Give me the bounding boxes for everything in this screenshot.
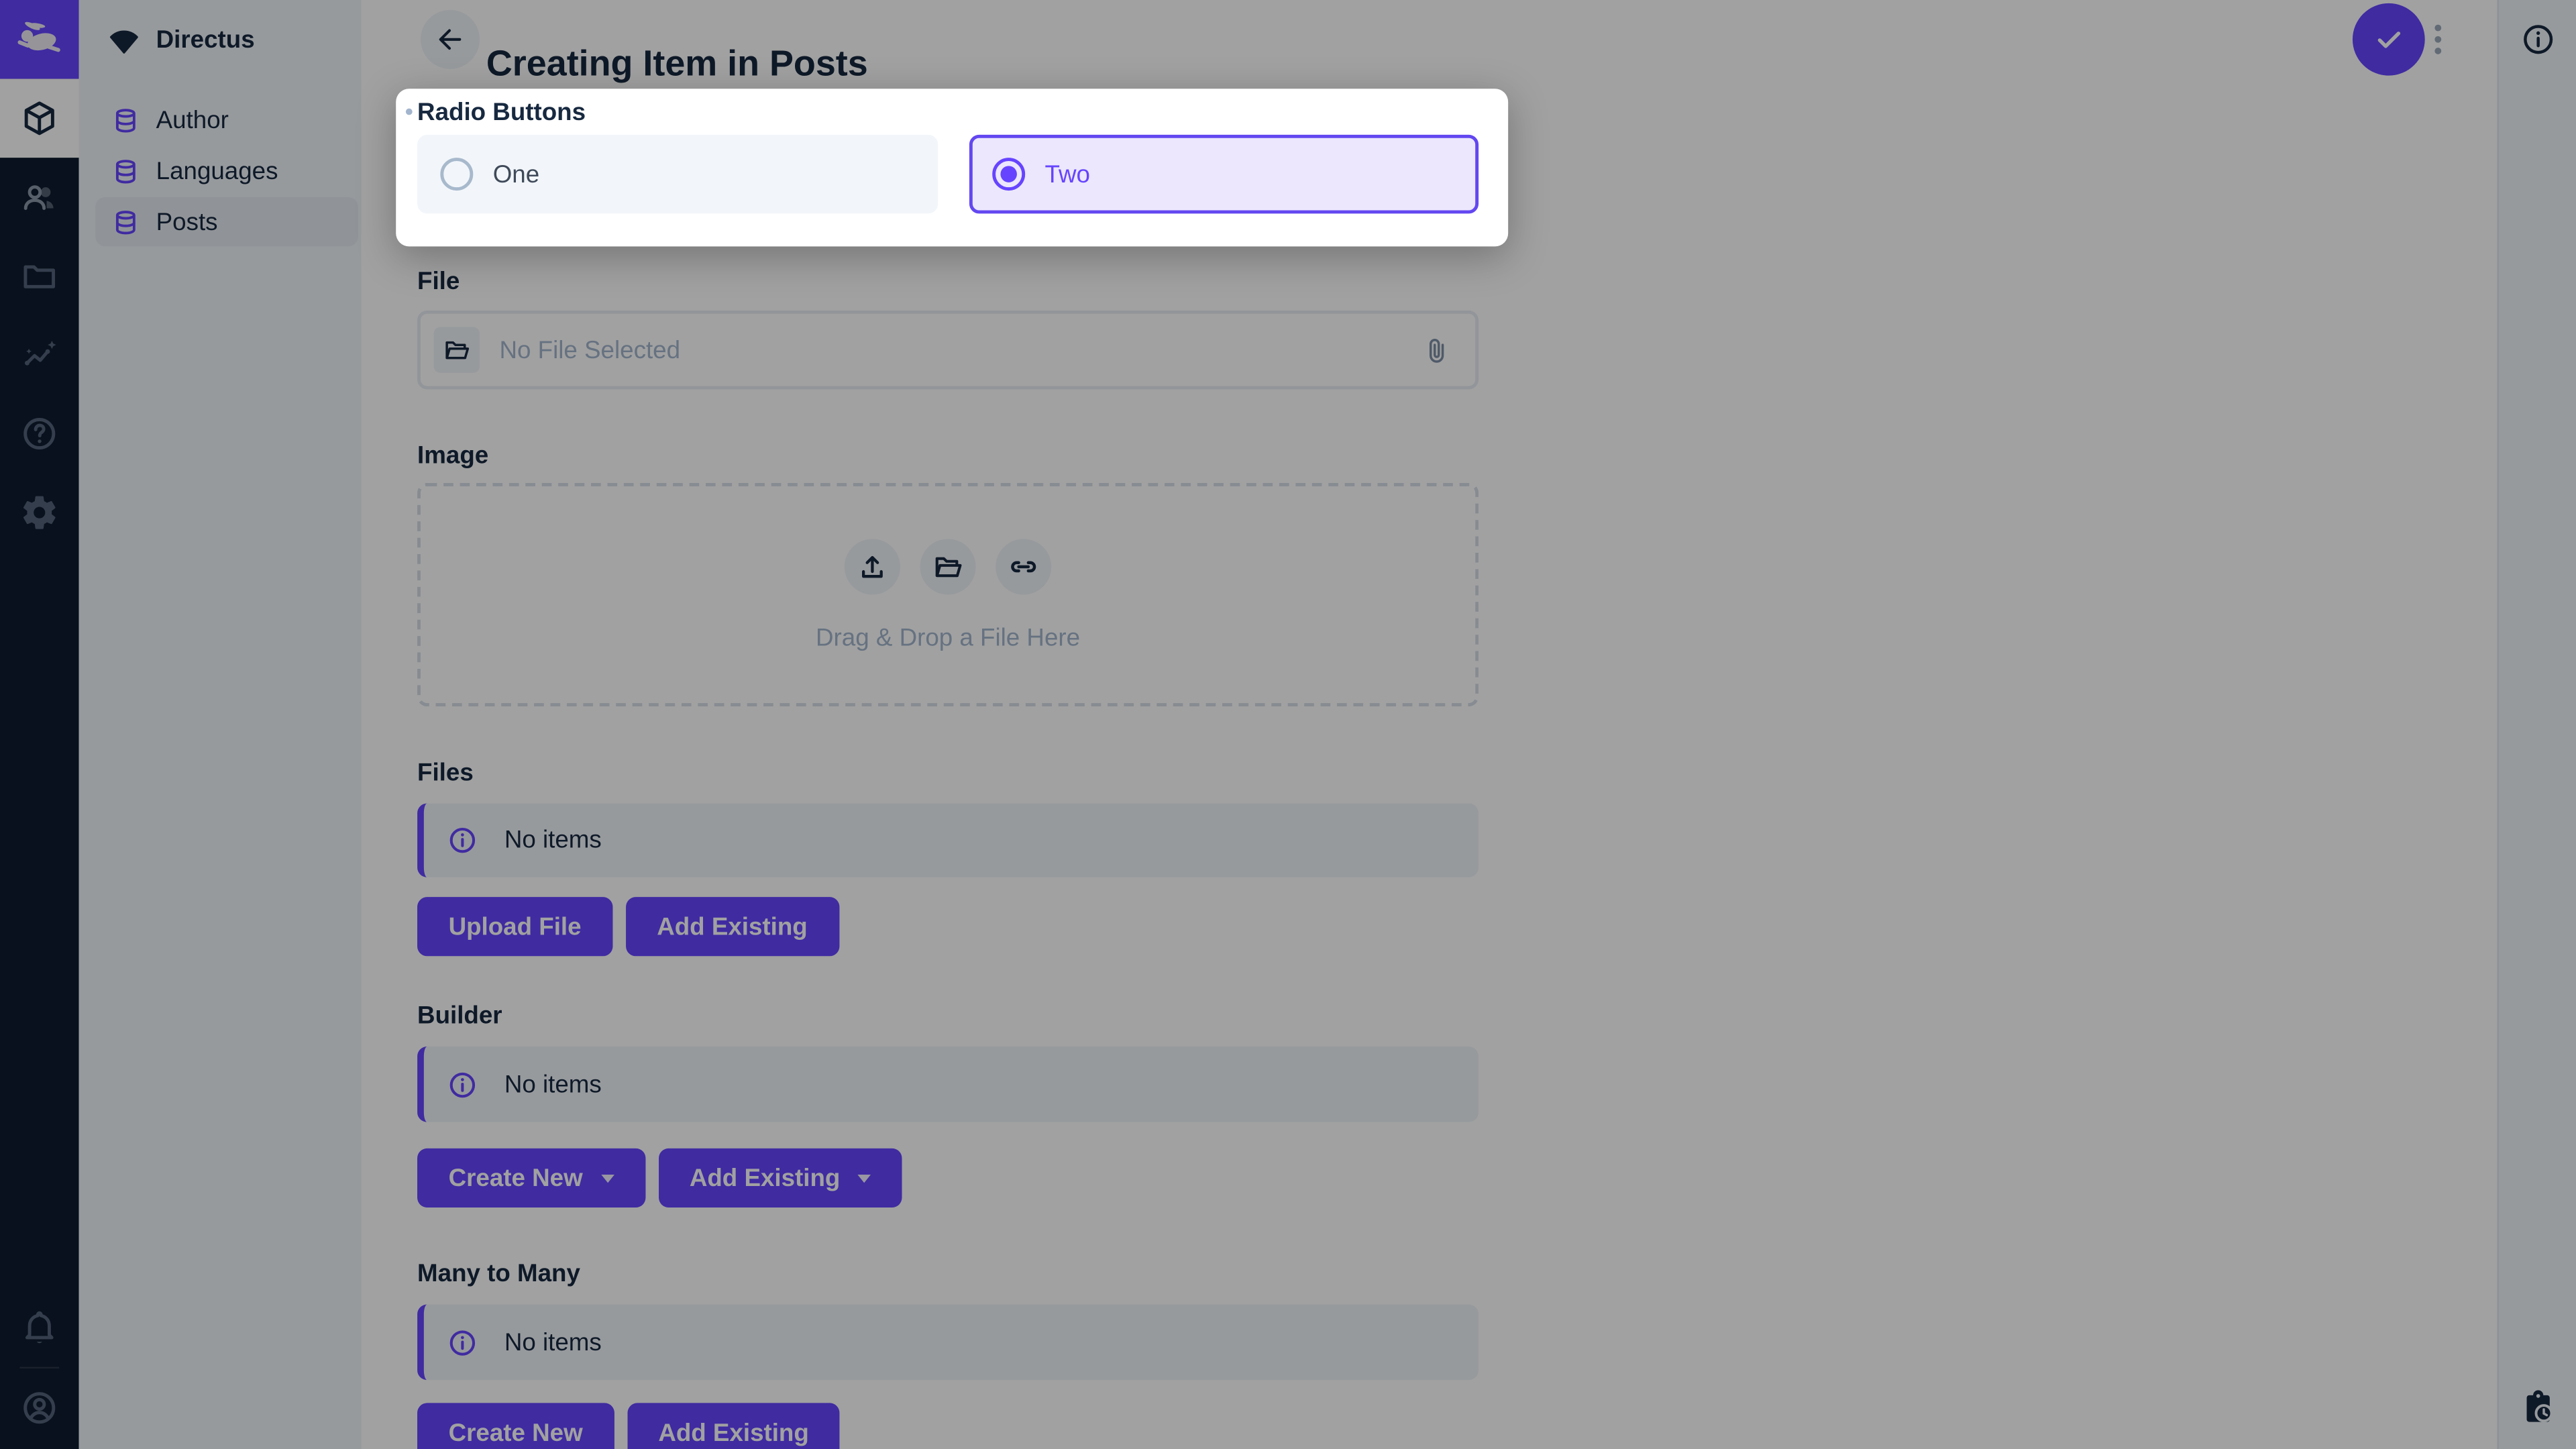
radio-option-label: One: [493, 160, 539, 189]
radio-option-label: Two: [1045, 160, 1090, 189]
radio-selected-icon: [992, 158, 1025, 191]
radio-option-two[interactable]: Two: [969, 135, 1479, 214]
radio-unselected-icon: [440, 158, 473, 191]
radio-option-one[interactable]: One: [417, 135, 938, 214]
field-label: Radio Buttons: [417, 99, 586, 127]
focused-field-radio-buttons: Radio Buttons One Two: [396, 89, 1508, 246]
edited-indicator-dot: [406, 109, 413, 115]
directus-app: Directus Author: [0, 0, 2576, 1449]
stage: Directus Author: [0, 0, 2576, 1449]
